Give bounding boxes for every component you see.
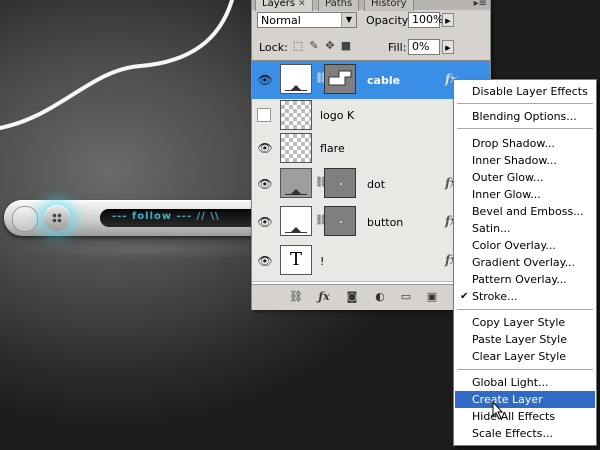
opacity-slider-button[interactable]: ▶ bbox=[442, 13, 454, 27]
menu-item-outer-glow[interactable]: Outer Glow... bbox=[455, 169, 595, 186]
fill-slider-button[interactable]: ▶ bbox=[442, 40, 454, 54]
layer-mask-thumbnail[interactable] bbox=[324, 206, 356, 236]
visibility-toggle[interactable] bbox=[257, 108, 271, 122]
blend-mode-value: Normal bbox=[261, 14, 301, 27]
lock-image-icon[interactable]: ✎ bbox=[308, 40, 320, 52]
glowing-menu-button bbox=[44, 205, 70, 231]
menu-separator bbox=[457, 369, 593, 370]
add-mask-icon[interactable]: ◙ bbox=[344, 290, 360, 304]
layer-thumbnail bbox=[280, 64, 312, 94]
text-layer-thumbnail: T bbox=[280, 245, 312, 275]
menu-item-blending-options[interactable]: Blending Options... bbox=[455, 108, 595, 125]
lock-transparent-icon[interactable]: ⬚ bbox=[292, 40, 304, 52]
menu-separator bbox=[457, 103, 593, 104]
menu-item-hide-all-effects[interactable]: Hide All Effects bbox=[455, 408, 595, 425]
menu-item-global-light[interactable]: Global Light... bbox=[455, 374, 595, 391]
layer-thumbnail bbox=[280, 168, 312, 198]
thumb-arrow bbox=[291, 227, 301, 232]
layer-name[interactable]: dot bbox=[367, 178, 385, 191]
menu-item-drop-shadow[interactable]: Drop Shadow... bbox=[455, 135, 595, 152]
new-group-icon[interactable]: ▭ bbox=[398, 290, 414, 304]
opacity-label: Opacity: bbox=[366, 14, 412, 27]
menu-separator bbox=[457, 309, 593, 310]
layer-mask-thumbnail[interactable] bbox=[324, 168, 356, 198]
menu-item-inner-glow[interactable]: Inner Glow... bbox=[455, 186, 595, 203]
layer-mask-thumbnail[interactable] bbox=[324, 64, 356, 94]
eye-icon[interactable]: 👁 bbox=[255, 212, 275, 232]
dock-left-ring bbox=[12, 206, 38, 232]
dot-grid-icon bbox=[52, 213, 62, 223]
link-icon[interactable]: ⛓ bbox=[315, 215, 328, 226]
fill-label: Fill: bbox=[388, 41, 407, 54]
opacity-field[interactable]: 100% bbox=[408, 12, 444, 28]
adjustment-layer-icon[interactable]: ◐ bbox=[372, 290, 388, 304]
menu-item-copy-layer-style[interactable]: Copy Layer Style bbox=[455, 314, 595, 331]
menu-item-color-overlay[interactable]: Color Overlay... bbox=[455, 237, 595, 254]
menu-item-pattern-overlay[interactable]: Pattern Overlay... bbox=[455, 271, 595, 288]
fill-field[interactable]: 0% bbox=[408, 39, 440, 55]
dock-reflection bbox=[10, 240, 290, 260]
menu-item-clear-layer-style[interactable]: Clear Layer Style bbox=[455, 348, 595, 365]
layer-name[interactable]: ! bbox=[320, 255, 324, 268]
panel-tabs: Layers ✕ Paths History ▸≡ bbox=[252, 0, 490, 11]
mask-dot bbox=[340, 221, 342, 223]
layer-name[interactable]: cable bbox=[367, 74, 400, 87]
menu-item-inner-shadow[interactable]: Inner Shadow... bbox=[455, 152, 595, 169]
tab-history-label: History bbox=[371, 0, 407, 9]
menu-item-stroke[interactable]: ✔ Stroke... bbox=[455, 288, 595, 305]
eye-icon[interactable]: 👁 bbox=[255, 174, 275, 194]
fill-value: 0% bbox=[412, 40, 430, 53]
thumb-baseline bbox=[285, 194, 307, 195]
dock-display-text: --- follow --- // \\ bbox=[112, 211, 220, 222]
layer-name[interactable]: logo K bbox=[320, 109, 354, 122]
eye-icon[interactable]: 👁 bbox=[255, 251, 275, 271]
layer-style-context-menu: Disable Layer Effects Blending Options..… bbox=[453, 79, 597, 446]
tab-history[interactable]: History bbox=[364, 0, 414, 11]
check-icon: ✔ bbox=[460, 291, 469, 302]
menu-item-disable-layer-effects[interactable]: Disable Layer Effects bbox=[455, 83, 595, 100]
thumb-arrow bbox=[291, 189, 301, 194]
mouse-pointer-icon bbox=[492, 401, 504, 420]
menu-item-create-layer[interactable]: Create Layer bbox=[455, 391, 595, 408]
menu-item-gradient-overlay[interactable]: Gradient Overlay... bbox=[455, 254, 595, 271]
lock-label: Lock: bbox=[259, 41, 288, 54]
blend-mode-select[interactable]: Normal ▼ bbox=[257, 12, 357, 28]
menu-item-satin[interactable]: Satin... bbox=[455, 220, 595, 237]
eye-icon[interactable]: 👁 bbox=[255, 70, 275, 90]
eye-icon[interactable]: 👁 bbox=[255, 138, 275, 158]
thumb-baseline bbox=[285, 90, 307, 91]
tab-paths[interactable]: Paths bbox=[318, 0, 360, 11]
close-icon[interactable]: ✕ bbox=[298, 0, 306, 9]
layer-thumbnail bbox=[280, 133, 312, 163]
tab-layers[interactable]: Layers ✕ bbox=[255, 0, 313, 11]
thumb-arrow bbox=[291, 85, 301, 90]
menu-item-paste-layer-style[interactable]: Paste Layer Style bbox=[455, 331, 595, 348]
layer-thumbnail bbox=[280, 206, 312, 236]
new-layer-icon[interactable]: ▣ bbox=[424, 290, 440, 304]
text-layer-glyph: T bbox=[289, 249, 302, 270]
add-style-icon[interactable]: ƒx bbox=[316, 290, 332, 304]
mask-dot bbox=[340, 183, 342, 185]
layer-name[interactable]: button bbox=[367, 216, 403, 229]
layer-name[interactable]: flare bbox=[320, 142, 345, 155]
tab-paths-label: Paths bbox=[325, 0, 353, 9]
lock-all-icon[interactable]: ■ bbox=[340, 40, 352, 52]
menu-item-stroke-label: Stroke... bbox=[472, 290, 518, 303]
link-layers-icon[interactable]: ⛓ bbox=[288, 290, 304, 304]
chevron-down-icon: ▼ bbox=[341, 13, 356, 27]
lock-position-icon[interactable]: ✥ bbox=[324, 40, 336, 52]
link-icon[interactable]: ⛓ bbox=[315, 177, 328, 188]
menu-separator bbox=[457, 128, 593, 129]
link-icon[interactable]: ⛓ bbox=[315, 73, 328, 84]
panel-menu-icon[interactable]: ▸≡ bbox=[474, 0, 487, 9]
thumb-baseline bbox=[285, 232, 307, 233]
cable-mask-shape bbox=[328, 70, 352, 86]
tab-layers-label: Layers bbox=[262, 0, 296, 9]
menu-item-bevel-and-emboss[interactable]: Bevel and Emboss... bbox=[455, 203, 595, 220]
opacity-value: 100% bbox=[412, 13, 444, 26]
menu-item-scale-effects[interactable]: Scale Effects... bbox=[455, 425, 595, 442]
layer-thumbnail bbox=[280, 100, 312, 130]
